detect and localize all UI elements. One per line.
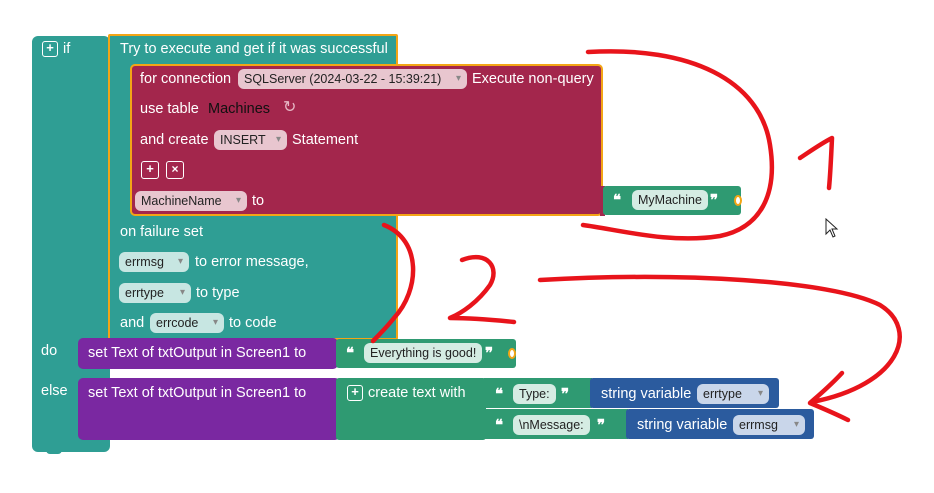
type-close-quote-icon: ❞ <box>561 386 570 403</box>
table-name-field[interactable]: Machines <box>203 98 275 120</box>
statement-type-dropdown[interactable]: INSERT <box>214 130 287 150</box>
do-set-text-label: set Text of txtOutput in Screen1 to <box>88 345 307 361</box>
do-output-connector <box>508 348 516 359</box>
machine-value-field[interactable]: MyMachine <box>632 190 708 210</box>
column-name-dropdown[interactable]: MachineName <box>135 191 247 211</box>
try-title: Try to execute and get if it was success… <box>120 41 388 57</box>
arrowhead-stroke <box>807 370 851 423</box>
connection-dropdown[interactable]: SQLServer (2024-03-22 - 15:39:21) <box>238 69 467 89</box>
type-text-field[interactable]: Type: <box>513 384 556 404</box>
create-text-label: create text with <box>368 385 466 401</box>
statement-label: Statement <box>292 132 359 148</box>
else-label: else <box>41 383 68 399</box>
message-text-field[interactable]: \nMessage: <box>513 415 590 435</box>
errmsg-variable-dropdown[interactable]: errmsg <box>733 415 805 435</box>
mouse-cursor-icon <box>825 218 839 238</box>
add-column-icon[interactable]: + <box>141 161 159 179</box>
errtype-variable-dropdown[interactable]: errtype <box>697 384 769 404</box>
open-quote-icon: ❝ <box>613 192 622 209</box>
if-block-bottom-notch <box>46 446 62 454</box>
remove-column-icon[interactable]: × <box>166 161 184 179</box>
to-label: to <box>252 193 265 209</box>
errmsg-dropdown[interactable]: errmsg <box>119 252 189 272</box>
errmsg-string-variable-label: string variable <box>637 417 728 433</box>
do-open-quote-icon: ❝ <box>346 345 355 362</box>
message-close-quote-icon: ❞ <box>597 417 606 434</box>
if-mutator-icon[interactable]: + <box>42 41 58 57</box>
use-table-label: use table <box>140 101 199 117</box>
type-open-quote-icon: ❝ <box>495 386 504 403</box>
for-connection-label: for connection <box>140 71 232 87</box>
create-text-mutator-icon[interactable]: + <box>347 385 363 401</box>
message-open-quote-icon: ❝ <box>495 417 504 434</box>
error-message-label: to error message, <box>195 254 309 270</box>
if-label: if <box>63 41 71 57</box>
number-2-stroke <box>447 254 517 325</box>
and-label: and <box>120 315 145 331</box>
execute-label: Execute non-query <box>472 71 594 87</box>
type-label: to type <box>196 285 240 301</box>
refresh-icon[interactable]: ↻ <box>283 99 296 117</box>
code-label: to code <box>229 315 277 331</box>
number-1-stroke <box>797 135 835 191</box>
on-failure-label: on failure set <box>120 224 204 240</box>
close-quote-icon: ❞ <box>710 192 719 209</box>
errcode-dropdown[interactable]: errcode <box>150 313 224 333</box>
and-create-label: and create <box>140 132 209 148</box>
do-close-quote-icon: ❞ <box>485 345 494 362</box>
else-set-text-label: set Text of txtOutput in Screen1 to <box>88 385 307 401</box>
errtype-dropdown[interactable]: errtype <box>119 283 191 303</box>
errtype-string-variable-label: string variable <box>601 386 692 402</box>
output-connector <box>734 195 742 206</box>
do-text-field[interactable]: Everything is good! <box>364 343 483 363</box>
do-label: do <box>41 343 58 359</box>
